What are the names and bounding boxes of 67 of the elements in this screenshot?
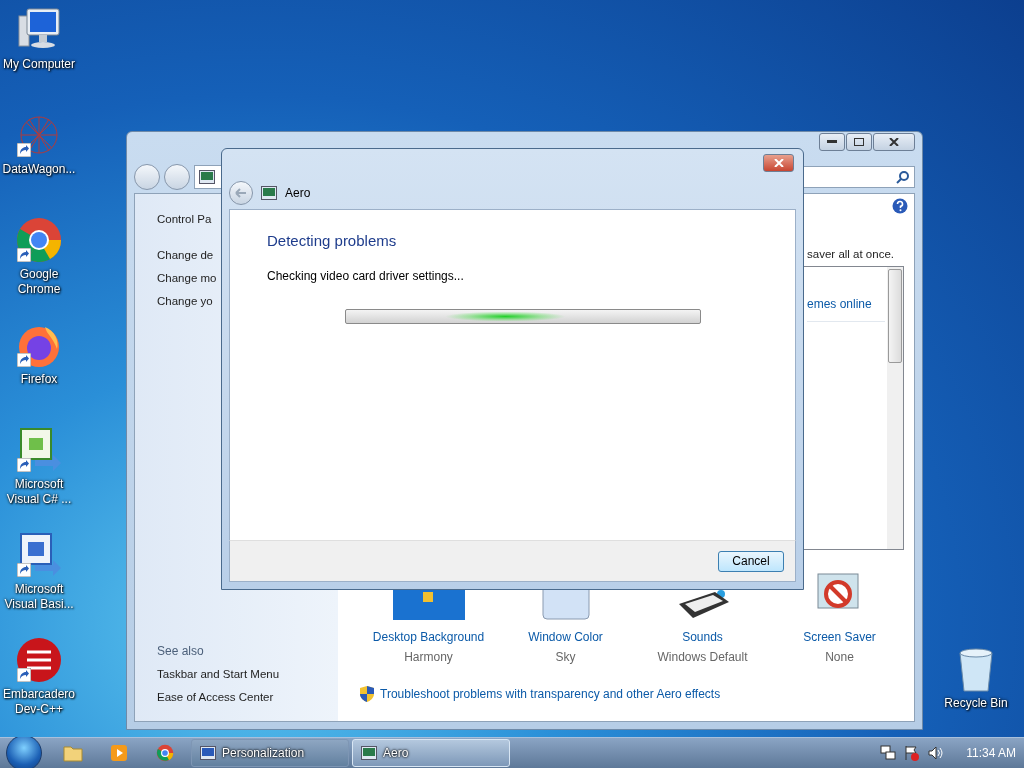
scrollbar[interactable] (887, 267, 903, 549)
sidebar-link[interactable]: Change mo (157, 267, 217, 290)
maximize-icon (854, 138, 864, 146)
wallpaper-thumbnail-icon (392, 588, 465, 620)
setting-value: Windows Default (657, 650, 748, 664)
setting-link[interactable]: Screen Saver (803, 630, 876, 644)
sidebar-link[interactable]: Change de (157, 244, 214, 267)
dialog-heading: Detecting problems (267, 232, 398, 249)
desktop-shortcut-icon[interactable] (15, 216, 63, 264)
speaker-icon[interactable] (928, 745, 945, 761)
recycle-bin-icon[interactable] (956, 645, 996, 693)
setting-link[interactable]: Window Color (528, 630, 603, 644)
shortcut-arrow-icon (17, 458, 31, 472)
back-arrow-icon (235, 188, 247, 198)
start-button[interactable] (6, 735, 42, 768)
play-icon (110, 744, 128, 762)
window-icon (361, 746, 377, 760)
maximize-button[interactable] (846, 133, 872, 151)
search-icon (896, 170, 910, 184)
close-button[interactable] (763, 154, 794, 172)
desktop-shortcut-icon[interactable] (15, 636, 63, 684)
desktop-icon-label: Embarcadero Dev-C++ (1, 687, 76, 717)
window-icon (261, 186, 277, 200)
setting-link[interactable]: Sounds (682, 630, 723, 644)
troubleshoot-link[interactable]: Troubleshoot problems with transparency and other Aero effects (380, 687, 721, 701)
color-swatch-icon (541, 588, 590, 620)
cancel-button[interactable]: Cancel (718, 550, 784, 572)
sidebar-link[interactable]: Control Pa (157, 208, 212, 231)
desktop-icon-label: DataWagon... (1, 162, 77, 177)
monitor-icon (200, 746, 216, 760)
sidebar-link[interactable]: Change yo (157, 290, 213, 313)
minimize-icon (827, 140, 837, 144)
shortcut-arrow-icon (17, 248, 31, 262)
desktop-shortcut-icon[interactable] (15, 426, 63, 474)
status-text: Checking video card driver settings... (267, 269, 465, 283)
dialog-title: Aero (285, 186, 311, 200)
desktop-icon-label: Recycle Bin (943, 696, 1009, 711)
close-button[interactable] (873, 133, 915, 151)
desktop-icon-label: Google Chrome (16, 267, 62, 297)
setting-value: None (825, 650, 854, 664)
close-icon (889, 138, 899, 146)
desktop-icon-label: Microsoft Visual Basi... (3, 582, 75, 612)
close-icon (773, 159, 784, 167)
shortcut-arrow-icon (17, 143, 31, 157)
desktop-shortcut-icon[interactable] (15, 531, 63, 579)
sidebar-link[interactable]: Ease of Access Center (157, 686, 274, 709)
online-themes-link[interactable]: emes online (807, 297, 885, 322)
window-icon (199, 170, 215, 184)
shield-icon (360, 686, 374, 702)
shortcut-arrow-icon (17, 563, 31, 577)
help-icon[interactable] (892, 198, 908, 214)
setting-value: Harmony (404, 650, 453, 664)
sidebar-link[interactable]: Taskbar and Start Menu (157, 663, 280, 686)
setting-value: Sky (555, 650, 576, 664)
desktop-icon-label: My Computer (2, 57, 76, 72)
shortcut-arrow-icon (17, 353, 31, 367)
desktop-icon-label: Microsoft Visual C# ... (5, 477, 73, 507)
setting-link[interactable]: Desktop Background (372, 630, 485, 644)
flag-icon[interactable] (904, 745, 921, 761)
network-icon[interactable] (880, 745, 897, 761)
desktop-icon-label: Firefox (19, 372, 59, 387)
minimize-button[interactable] (819, 133, 845, 151)
folder-icon (63, 744, 83, 762)
intro-text: saver all at once. (807, 248, 894, 260)
chrome-logo-icon (156, 744, 174, 762)
shortcut-arrow-icon (17, 668, 31, 682)
see-also-heading: See also (157, 643, 205, 660)
